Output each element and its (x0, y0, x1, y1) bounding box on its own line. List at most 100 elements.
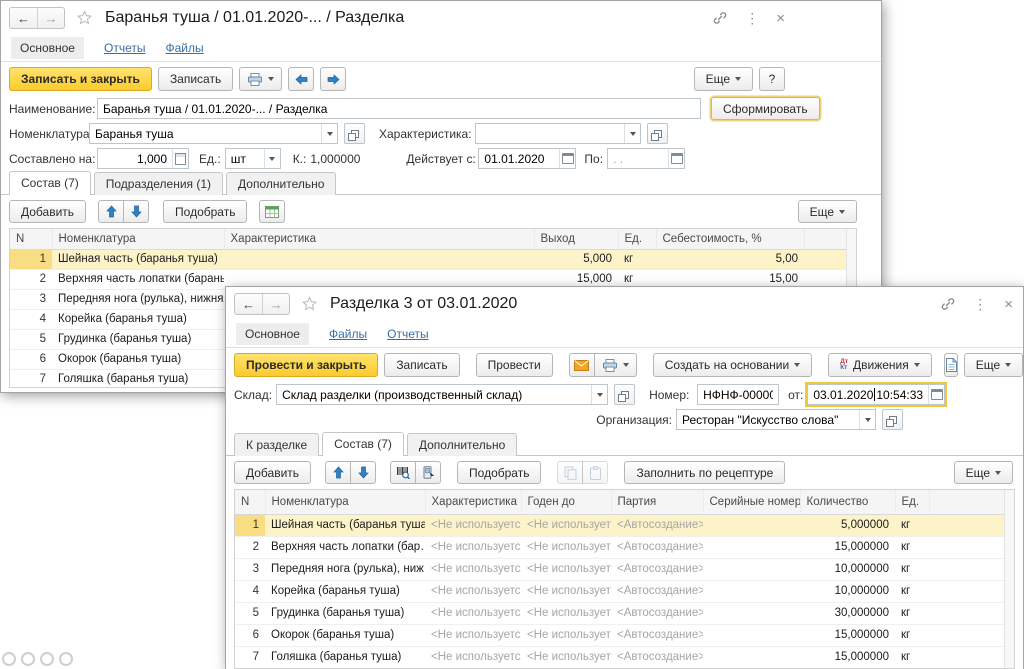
open-button[interactable] (647, 123, 668, 144)
forward-icon[interactable]: → (262, 294, 289, 314)
organization-input[interactable]: Ресторан "Искусство слова" (676, 409, 876, 430)
taskbar-button[interactable] (21, 652, 35, 666)
dropdown-button[interactable] (591, 385, 607, 404)
nav-main-tab[interactable]: Основное (11, 37, 84, 59)
move-down-button[interactable] (350, 461, 376, 484)
calendar-button[interactable] (559, 149, 575, 168)
more-button[interactable]: Еще (964, 353, 1023, 377)
number-input[interactable]: НФНФ-000003 (697, 384, 779, 405)
post-button[interactable]: Провести (476, 353, 553, 377)
create-based-on-button[interactable]: Создать на основании (653, 353, 813, 377)
dropdown-button[interactable] (321, 124, 337, 143)
open-button[interactable] (882, 409, 903, 430)
save-button[interactable]: Записать (384, 353, 459, 377)
movements-button[interactable]: ДтКт Движения (828, 353, 932, 377)
tab-sostav[interactable]: Состав (7) (9, 171, 91, 195)
close-icon[interactable]: × (1004, 297, 1013, 312)
calculator-button[interactable] (172, 149, 188, 168)
tab-k-razdelke[interactable]: К разделке (234, 433, 319, 456)
dropdown-button[interactable] (264, 149, 280, 168)
open-button[interactable] (344, 123, 365, 144)
tab-sostav[interactable]: Состав (7) (322, 432, 404, 456)
favorite-star-icon[interactable] (301, 296, 318, 312)
table-row[interactable]: 1 Шейная часть (баранья туша) <Не исполь… (235, 514, 1014, 536)
col-header-characteristic: Характеристика (425, 490, 521, 514)
move-down-button[interactable] (123, 200, 149, 223)
unit-input[interactable]: шт (225, 148, 281, 169)
next-arrow-button[interactable] (320, 67, 346, 91)
fill-by-recipe-button[interactable]: Заполнить по рецептуре (624, 461, 785, 484)
table-row[interactable]: 2 Верхняя часть лопатки (бар… <Не исполь… (235, 536, 1014, 558)
move-up-button[interactable] (325, 461, 351, 484)
valid-from-input[interactable]: 01.01.2020 (478, 148, 576, 169)
table-row[interactable]: 1 Шейная часть (баранья туша) 5,000 кг 5… (10, 249, 856, 269)
kebab-menu-icon[interactable]: ⋮ (745, 11, 759, 25)
table-row[interactable]: 6 Окорок (баранья туша) <Не используется… (235, 624, 1014, 646)
nav-link-reports[interactable]: Отчеты (387, 327, 428, 341)
back-icon[interactable]: ← (10, 8, 37, 28)
tab-podrazdeleniya[interactable]: Подразделения (1) (94, 172, 223, 195)
calendar-button[interactable] (928, 385, 944, 404)
close-icon[interactable]: × (776, 11, 785, 26)
nav-main-tab[interactable]: Основное (236, 323, 309, 345)
nav-link-files[interactable]: Файлы (329, 327, 367, 341)
table-row[interactable]: 5 Грудинка (баранья туша) <Не использует… (235, 602, 1014, 624)
get-link-icon[interactable] (940, 296, 956, 312)
table-scrollbar[interactable] (1004, 490, 1014, 668)
nav-link-files[interactable]: Файлы (165, 41, 203, 55)
nomenclature-input[interactable]: Баранья туша (89, 123, 338, 144)
forward-icon[interactable]: → (37, 8, 64, 28)
print-button[interactable] (594, 353, 637, 377)
characteristic-input[interactable] (475, 123, 641, 144)
post-and-close-button[interactable]: Провести и закрыть (234, 353, 378, 377)
send-email-button[interactable] (569, 353, 595, 377)
pick-button[interactable]: Подобрать (457, 461, 541, 484)
copy-rows-button[interactable] (557, 461, 583, 484)
fill-table-button[interactable] (259, 200, 285, 223)
save-and-close-button[interactable]: Записать и закрыть (9, 67, 152, 91)
command-bar: Провести и закрыть Записать Провести Соз… (226, 348, 1023, 382)
tab-dopolnitelno[interactable]: Дополнительно (407, 433, 517, 456)
nav-link-reports[interactable]: Отчеты (104, 41, 145, 55)
dropdown-button[interactable] (859, 410, 875, 429)
back-icon[interactable]: ← (235, 294, 262, 314)
more-button[interactable]: Еще (694, 67, 753, 91)
title-bar: ← → Баранья туша / 01.01.2020-... / Разд… (1, 1, 881, 35)
valid-to-input[interactable]: . . (607, 148, 685, 169)
add-row-button[interactable]: Добавить (9, 200, 86, 223)
kebab-menu-icon[interactable]: ⋮ (973, 297, 987, 311)
add-row-button[interactable]: Добавить (234, 461, 311, 484)
pick-button[interactable]: Подобрать (163, 200, 247, 223)
tab-dopolnitelno[interactable]: Дополнительно (226, 172, 336, 195)
move-up-button[interactable] (98, 200, 124, 223)
dropdown-button[interactable] (624, 124, 640, 143)
data-terminal-button[interactable] (415, 461, 441, 484)
warehouse-input[interactable]: Склад разделки (производственный склад) (276, 384, 608, 405)
help-button[interactable]: ? (759, 67, 785, 91)
table-row[interactable]: 4 Корейка (баранья туша) <Не используетс… (235, 580, 1014, 602)
date-input[interactable]: 03.01.202010:54:33 (807, 384, 945, 405)
table-header-row[interactable]: N Номенклатура Характеристика Годен до П… (235, 490, 1014, 514)
document-report-button[interactable] (944, 353, 958, 377)
paste-rows-button[interactable] (582, 461, 608, 484)
name-input[interactable]: Баранья туша / 01.01.2020-... / Разделка (97, 98, 701, 119)
prev-arrow-button[interactable] (288, 67, 314, 91)
print-button[interactable] (239, 67, 282, 91)
debit-credit-icon: ДтКт (840, 359, 848, 372)
open-button[interactable] (614, 384, 635, 405)
taskbar-button[interactable] (59, 652, 73, 666)
generate-button[interactable]: Сформировать (711, 97, 820, 120)
taskbar-button[interactable] (2, 652, 16, 666)
table-row[interactable]: 7 Голяшка (баранья туша) <Не используетс… (235, 646, 1014, 668)
favorite-star-icon[interactable] (76, 10, 93, 26)
table-more-button[interactable]: Еще (954, 461, 1013, 484)
table-header-row[interactable]: N Номенклатура Характеристика Выход Ед. … (10, 229, 856, 249)
barcode-scan-button[interactable] (390, 461, 416, 484)
table-row[interactable]: 3 Передняя нога (рулька), ниж… <Не испол… (235, 558, 1014, 580)
get-link-icon[interactable] (712, 10, 728, 26)
table-more-button[interactable]: Еще (798, 200, 857, 223)
calendar-button[interactable] (668, 149, 684, 168)
save-button[interactable]: Записать (158, 67, 233, 91)
composed-input[interactable]: 1,000 (97, 148, 189, 169)
taskbar-button[interactable] (40, 652, 54, 666)
